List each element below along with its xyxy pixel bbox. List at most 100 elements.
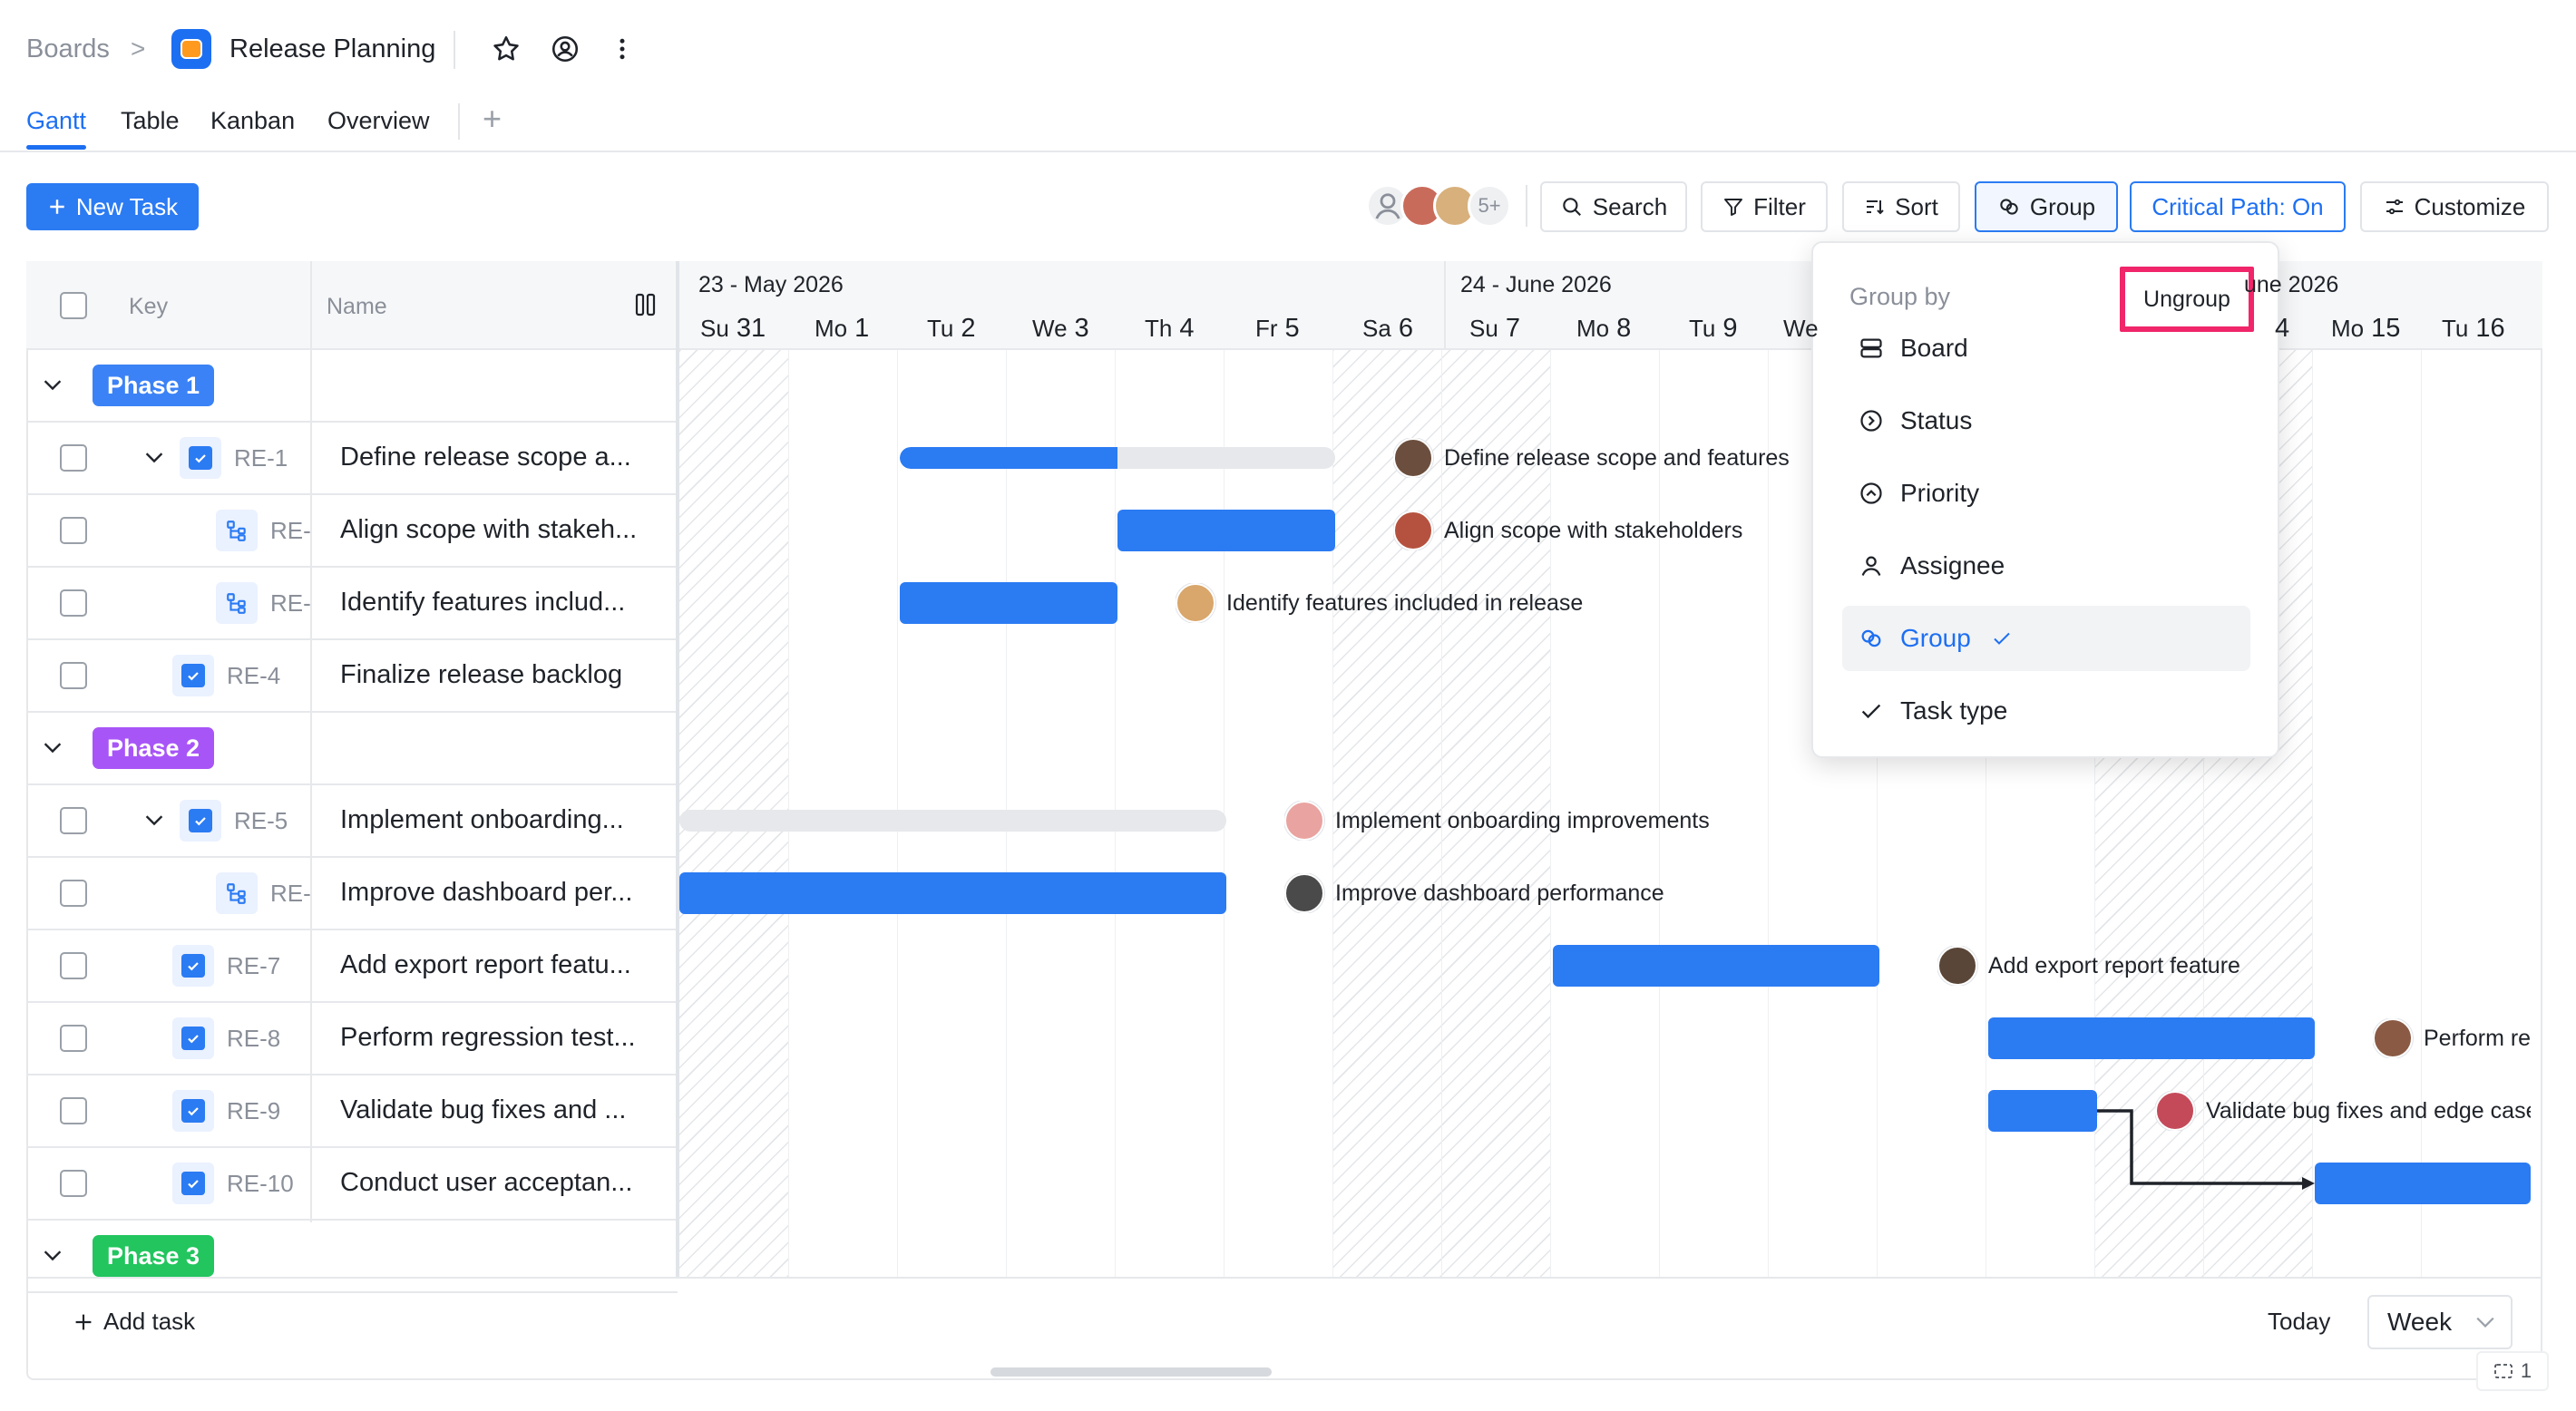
group-option-task-type[interactable]: Task type	[1842, 678, 2250, 744]
column-header-name[interactable]: Name	[327, 294, 387, 320]
task-key[interactable]: RE-	[270, 880, 311, 908]
task-name[interactable]: Perform regression test...	[340, 1023, 636, 1053]
row-checkbox[interactable]	[60, 662, 87, 689]
task-bar[interactable]	[900, 582, 1117, 624]
row-checkbox[interactable]	[60, 589, 87, 617]
task-key[interactable]: RE-	[270, 517, 311, 545]
assignee-avatar[interactable]	[2155, 1091, 2195, 1131]
assignee-avatar[interactable]	[1176, 583, 1215, 623]
task-name[interactable]: Validate bug fixes and ...	[340, 1095, 626, 1125]
row-checkbox[interactable]	[60, 880, 87, 907]
task-name[interactable]: Improve dashboard per...	[340, 878, 632, 908]
header-divider	[454, 31, 455, 69]
phase-group-badge[interactable]: Phase 3	[93, 1235, 215, 1277]
task-key[interactable]: RE-10	[227, 1170, 294, 1198]
select-all-checkbox[interactable]	[60, 292, 87, 319]
add-view-icon[interactable]: +	[483, 100, 502, 138]
group-option-priority[interactable]: Priority	[1842, 461, 2250, 526]
task-name[interactable]: Implement onboarding...	[340, 805, 624, 835]
filter-button[interactable]: Filter	[1701, 181, 1828, 232]
column-header-key[interactable]: Key	[129, 294, 168, 320]
assignee-avatar[interactable]	[1393, 438, 1433, 478]
row-checkbox[interactable]	[60, 1097, 87, 1124]
chevron-down-icon[interactable]	[42, 375, 63, 396]
group-option-group[interactable]: Group	[1842, 606, 2250, 671]
day-number: 3	[1074, 314, 1089, 343]
board-title[interactable]: Release Planning	[229, 34, 435, 64]
task-name[interactable]: Align scope with stakeh...	[340, 515, 637, 545]
table-resize-handle[interactable]	[676, 261, 679, 1279]
sort-button[interactable]: Sort	[1842, 181, 1960, 232]
task-name[interactable]: Identify features includ...	[340, 588, 625, 618]
task-bar-label: Add export report feature	[1937, 946, 2240, 986]
assignee-avatar[interactable]	[1284, 873, 1324, 913]
column-settings-icon[interactable]	[635, 292, 657, 317]
task-key[interactable]: RE-7	[227, 952, 280, 980]
chevron-down-icon[interactable]	[143, 447, 165, 469]
assignee-avatar[interactable]	[1284, 801, 1324, 841]
breadcrumb-boards[interactable]: Boards	[26, 34, 110, 64]
task-name[interactable]: Add export report featu...	[340, 950, 631, 980]
tabs-divider	[458, 103, 460, 140]
summary-bar[interactable]	[679, 810, 1226, 832]
star-icon[interactable]	[488, 31, 524, 67]
task-key[interactable]: RE-	[270, 589, 311, 618]
task-key[interactable]: RE-9	[227, 1097, 280, 1125]
search-button[interactable]: Search	[1540, 181, 1687, 232]
watch-user-icon[interactable]	[547, 31, 583, 67]
today-button[interactable]: Today	[2268, 1308, 2330, 1336]
day-label: Sa 6	[1362, 314, 1413, 344]
avatars-more-count: 5+	[1468, 184, 1511, 228]
critical-path-toggle[interactable]: Critical Path: On	[2130, 181, 2346, 232]
chevron-down-icon[interactable]	[143, 810, 165, 832]
task-bar[interactable]	[2315, 1163, 2531, 1204]
tab-gantt[interactable]: Gantt	[26, 107, 86, 135]
day-label: Su 7	[1469, 314, 1520, 344]
tab-kanban[interactable]: Kanban	[210, 107, 295, 135]
task-bar[interactable]	[1988, 1017, 2315, 1059]
assignee-avatar[interactable]	[2373, 1018, 2413, 1058]
plus-icon	[50, 199, 64, 214]
assignee-avatar[interactable]	[1937, 946, 1977, 986]
row-checkbox[interactable]	[60, 1025, 87, 1052]
task-key[interactable]: RE-4	[227, 662, 280, 690]
phase-group-badge[interactable]: Phase 1	[93, 365, 215, 406]
chevron-down-icon[interactable]	[42, 737, 63, 759]
row-checkbox[interactable]	[60, 444, 87, 472]
summary-bar[interactable]	[900, 447, 1335, 469]
task-name[interactable]: Define release scope a...	[340, 443, 631, 472]
task-bar[interactable]	[679, 872, 1226, 914]
task-bar-label-text: Identify features included in release	[1226, 589, 1584, 616]
group-option-label: Task type	[1900, 696, 2008, 725]
group-option-board[interactable]: Board	[1842, 316, 2250, 381]
task-name[interactable]: Finalize release backlog	[340, 660, 622, 690]
row-checkbox[interactable]	[60, 1170, 87, 1197]
zoom-select[interactable]: Week	[2367, 1295, 2513, 1349]
task-name[interactable]: Conduct user acceptan...	[340, 1168, 632, 1198]
row-checkbox[interactable]	[60, 952, 87, 979]
chevron-down-icon[interactable]	[42, 1245, 63, 1267]
horizontal-scrollbar[interactable]	[990, 1367, 1272, 1377]
more-vertical-icon[interactable]	[604, 31, 640, 67]
group-option-assignee[interactable]: Assignee	[1842, 533, 2250, 598]
member-avatars[interactable]: 5+	[1366, 184, 1511, 228]
search-icon	[1563, 198, 1581, 216]
task-bar[interactable]	[1117, 510, 1335, 551]
new-task-button[interactable]: New Task	[26, 183, 199, 230]
task-bar[interactable]	[1553, 945, 1879, 987]
assignee-avatar[interactable]	[1393, 511, 1433, 550]
row-checkbox[interactable]	[60, 807, 87, 834]
group-option-status[interactable]: Status	[1842, 388, 2250, 453]
task-key[interactable]: RE-5	[234, 807, 288, 835]
tab-table[interactable]: Table	[121, 107, 180, 135]
tab-overview[interactable]: Overview	[327, 107, 430, 135]
fit-control[interactable]: 1	[2476, 1351, 2549, 1391]
add-task-button[interactable]: Add task	[73, 1308, 195, 1336]
customize-button[interactable]: Customize	[2360, 181, 2549, 232]
phase-group-badge[interactable]: Phase 2	[93, 727, 215, 769]
task-bar[interactable]	[1988, 1090, 2097, 1132]
task-key[interactable]: RE-1	[234, 444, 288, 472]
task-key[interactable]: RE-8	[227, 1025, 280, 1053]
row-checkbox[interactable]	[60, 517, 87, 544]
group-button[interactable]: Group	[1975, 181, 2118, 232]
